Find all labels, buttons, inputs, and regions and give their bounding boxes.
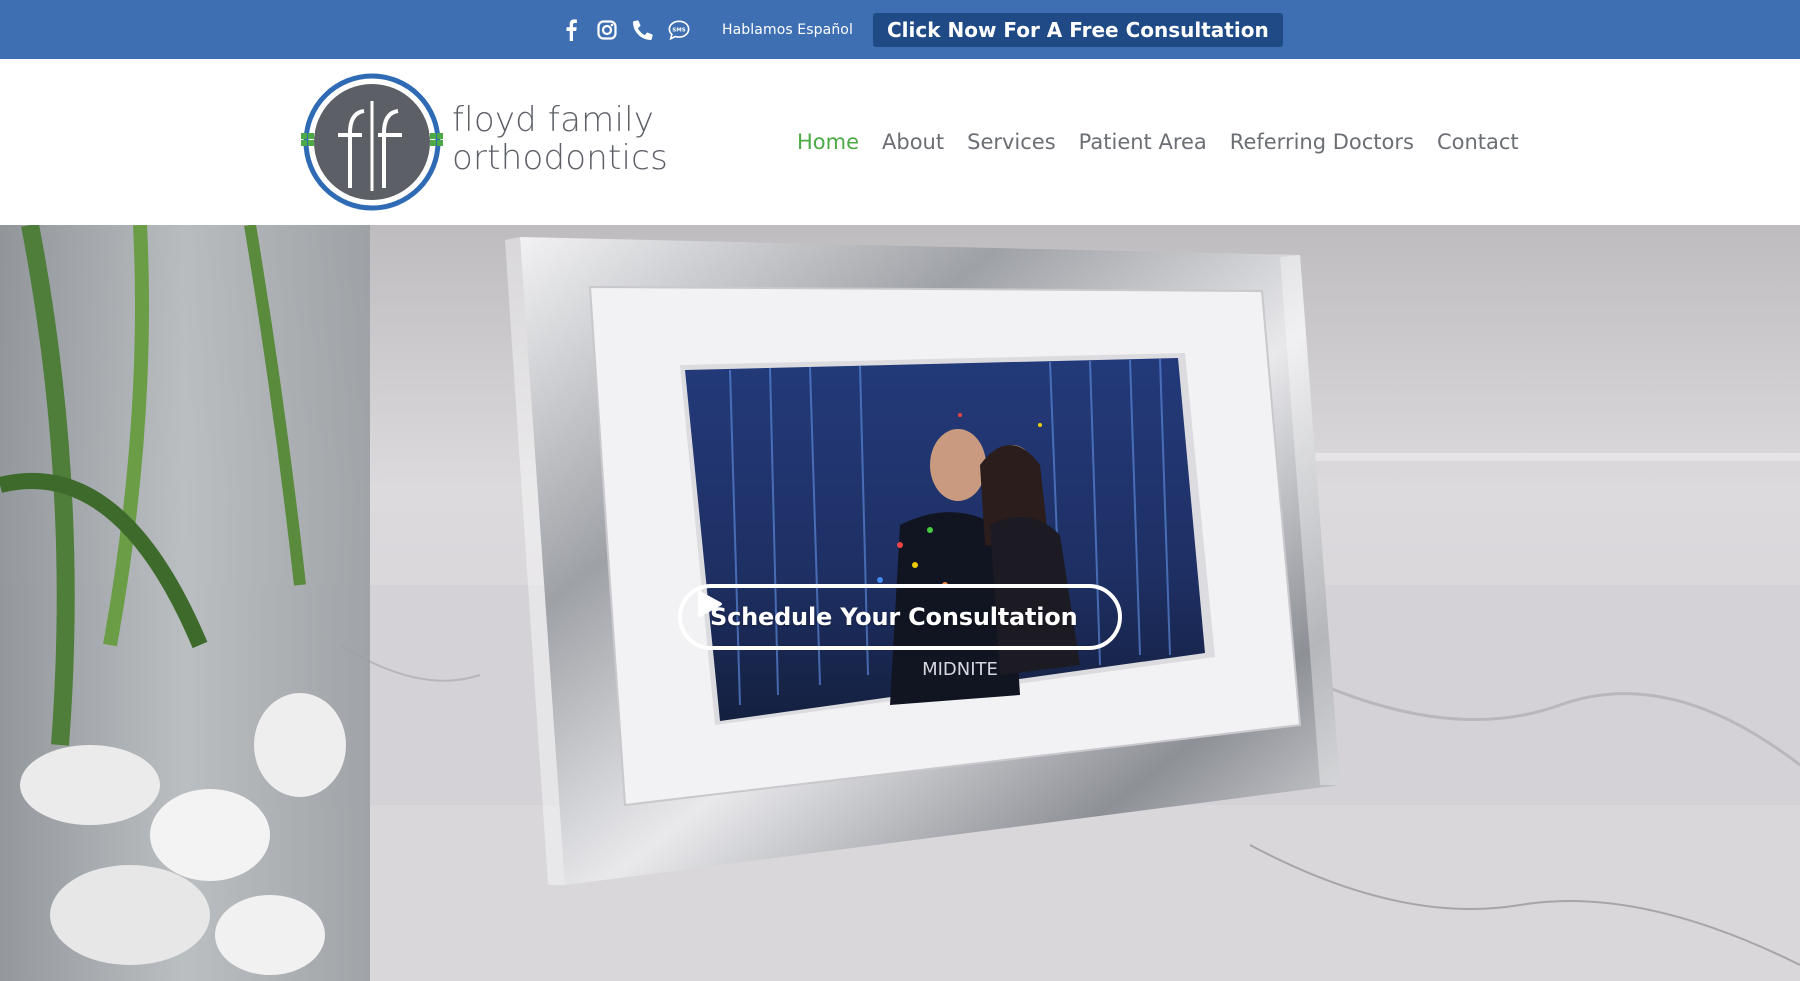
facebook-icon[interactable] xyxy=(560,18,582,41)
main-nav: Home About Services Patient Area Referri… xyxy=(797,59,1542,225)
nav-referring-doctors[interactable]: Referring Doctors xyxy=(1230,130,1414,154)
schedule-consultation-label: Schedule Your Consultation xyxy=(710,603,1078,631)
nav-contact[interactable]: Contact xyxy=(1437,130,1519,154)
logo-mark-icon xyxy=(301,73,443,211)
phone-icon[interactable] xyxy=(632,19,654,41)
nav-about[interactable]: About xyxy=(882,130,944,154)
sms-icon-label: SMS xyxy=(672,27,685,33)
photo-caption: MIDNITE xyxy=(922,659,998,680)
top-bar-content: SMS Hablamos Español Click Now For A Fre… xyxy=(560,0,1283,59)
logo-line-2: orthodontics xyxy=(452,138,668,178)
top-bar: SMS Hablamos Español Click Now For A Fre… xyxy=(0,0,1800,59)
site-header: floyd family orthodontics Home About Ser… xyxy=(0,59,1800,225)
social-links: SMS xyxy=(560,0,704,59)
instagram-icon[interactable] xyxy=(596,19,618,41)
free-consultation-button[interactable]: Click Now For A Free Consultation xyxy=(872,12,1283,47)
play-icon xyxy=(698,590,722,618)
nav-patient-area[interactable]: Patient Area xyxy=(1079,130,1207,154)
nav-home[interactable]: Home xyxy=(797,130,859,154)
sms-icon[interactable]: SMS xyxy=(668,19,690,41)
logo-line-1: floyd family xyxy=(452,100,655,140)
logo-wordmark: floyd family orthodontics xyxy=(452,101,668,177)
site-logo[interactable]: floyd family orthodontics xyxy=(298,73,668,211)
nav-services[interactable]: Services xyxy=(967,130,1056,154)
schedule-consultation-button[interactable]: Schedule Your Consultation xyxy=(678,584,1122,650)
spanish-label: Hablamos Español xyxy=(722,21,853,38)
hero-video[interactable]: MIDNITE Schedule Your Consultation xyxy=(0,225,1800,981)
